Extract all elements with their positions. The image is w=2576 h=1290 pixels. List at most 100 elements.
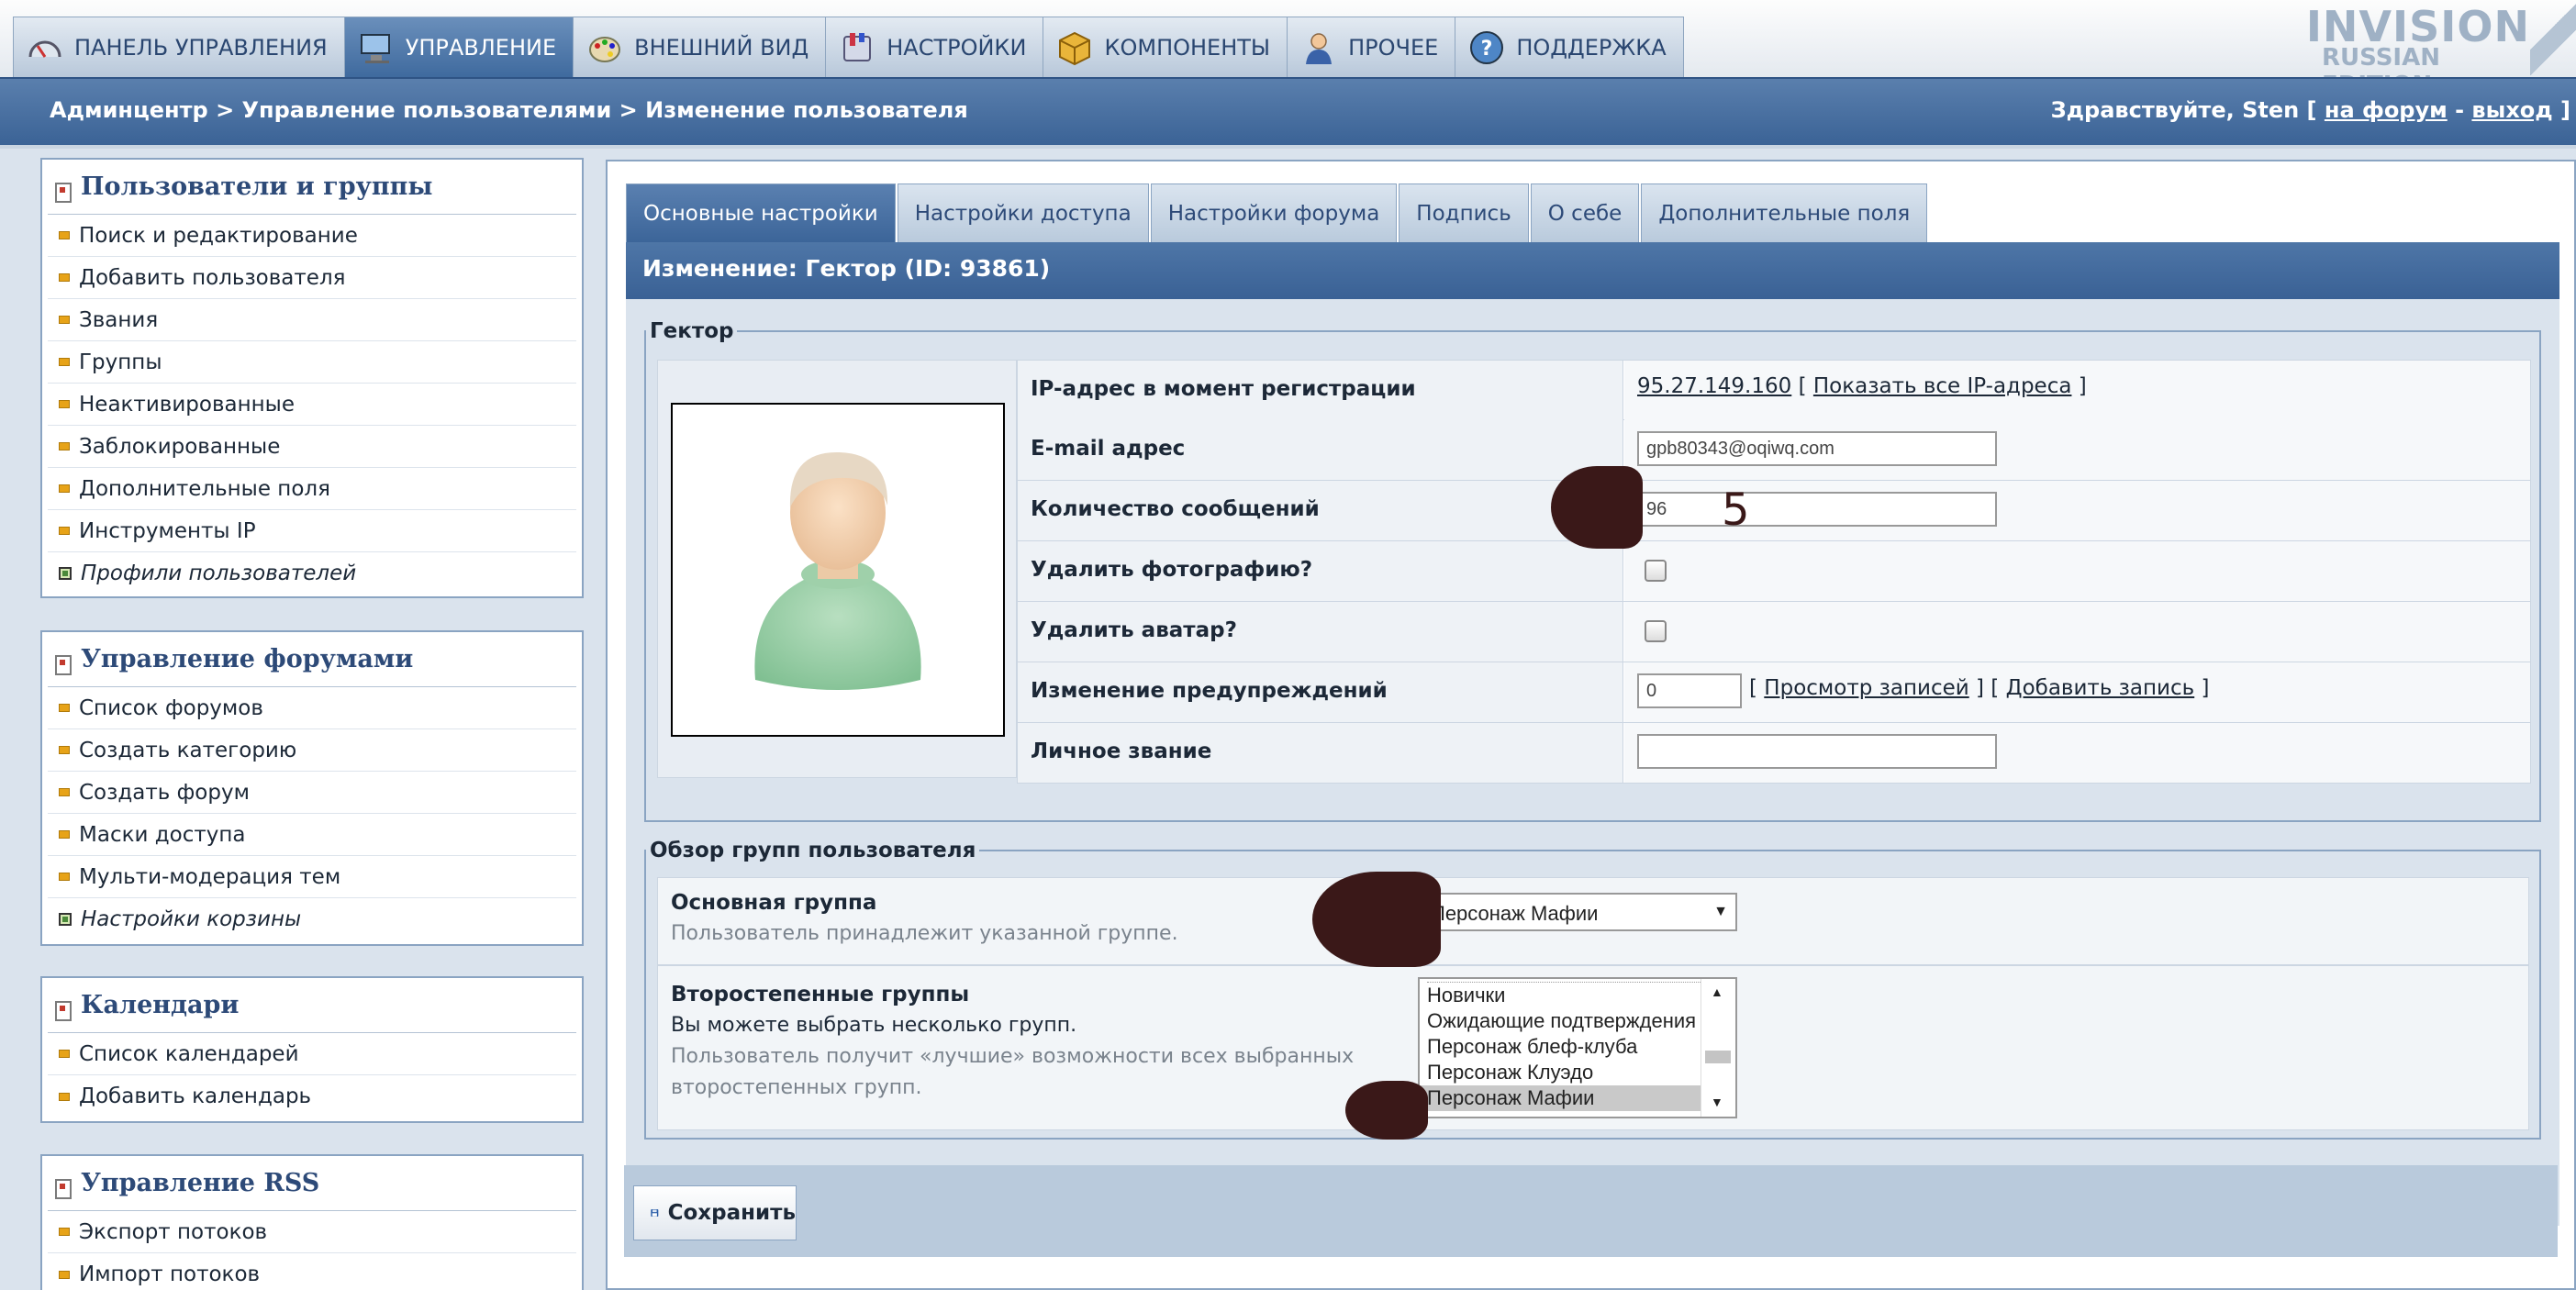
- delete-avatar-cell: [1624, 602, 2530, 662]
- group-option[interactable]: Персонаж блеф-клуба: [1420, 1034, 1735, 1060]
- sidebar-item-multimod[interactable]: Мульти-модерация тем: [48, 856, 576, 898]
- delete-photo-cell: [1624, 541, 2530, 601]
- sidebar-item-create-forum[interactable]: Создать форум: [48, 772, 576, 814]
- sidebar-item-custom-fields[interactable]: Дополнительные поля: [48, 468, 576, 510]
- email-field[interactable]: gpb80343@oqiwq.com: [1637, 431, 1997, 466]
- posts-count-field[interactable]: 96: [1637, 492, 1997, 527]
- group-option-selected[interactable]: Персонаж Мафии: [1420, 1085, 1735, 1111]
- sidebar-item-label: Звания: [79, 307, 159, 332]
- tab-access-settings[interactable]: Настройки доступа: [897, 183, 1149, 242]
- warnings-cell: 0 [ Просмотр записей ] [ Добавить запись…: [1624, 662, 2530, 722]
- ip-link[interactable]: 95.27.149.160: [1637, 374, 1791, 398]
- sidebar-item-label: Неактивированные: [79, 392, 295, 417]
- secondary-groups-listbox[interactable]: Новички Ожидающие подтверждения Персонаж…: [1418, 977, 1737, 1118]
- email-value-cell: gpb80343@oqiwq.com: [1624, 420, 2530, 480]
- bullet-icon: [59, 1228, 70, 1236]
- personal-title-field[interactable]: [1637, 734, 1997, 769]
- save-button[interactable]: Сохранить: [633, 1185, 797, 1240]
- primary-group-label: Основная группа: [671, 891, 877, 915]
- section-icon: [55, 182, 72, 203]
- personal-title-cell: [1624, 723, 2530, 783]
- logout-link[interactable]: выход: [2471, 97, 2552, 123]
- sidebar-item-label: Список форумов: [79, 695, 263, 720]
- group-option[interactable]: Ожидающие подтверждения: [1420, 1008, 1735, 1034]
- sidebar-item-access-masks[interactable]: Маски доступа: [48, 814, 576, 856]
- scroll-down-icon[interactable]: ▼: [1711, 1095, 1723, 1109]
- secondary-groups-desc3: второстепенных групп.: [671, 1076, 922, 1099]
- delete-photo-row: Удалить фотографию?: [1017, 541, 2531, 602]
- primary-group-select[interactable]: Персонаж Мафии ▼: [1418, 893, 1737, 931]
- sidebar-item-label: Добавить календарь: [79, 1084, 312, 1108]
- tab-support[interactable]: ? ПОДДЕРЖКА: [1455, 17, 1684, 77]
- sidebar-item-ip-tools[interactable]: Инструменты IP: [48, 510, 576, 552]
- delete-photo-checkbox[interactable]: [1645, 560, 1667, 582]
- tab-basic-settings[interactable]: Основные настройки: [626, 183, 896, 242]
- group-option[interactable]: Персонаж Клуэдо: [1420, 1060, 1735, 1085]
- sidebar-item-search-edit[interactable]: Поиск и редактирование: [48, 215, 576, 257]
- add-record-link[interactable]: Добавить запись: [2006, 676, 2195, 700]
- redaction-mark: [1551, 466, 1643, 549]
- bullet-icon: [59, 358, 70, 366]
- tab-other[interactable]: ПРОЧЕЕ: [1287, 17, 1455, 77]
- sidebar-item-inactive[interactable]: Неактивированные: [48, 384, 576, 426]
- sidebar-item-forum-list[interactable]: Список форумов: [48, 687, 576, 729]
- sidebar-item-label: Создать категорию: [79, 738, 297, 762]
- warnings-field[interactable]: 0: [1637, 673, 1742, 708]
- sidebar-item-banned[interactable]: Заблокированные: [48, 426, 576, 468]
- settings-icon: [843, 32, 872, 61]
- tab-components[interactable]: КОМПОНЕНТЫ: [1043, 17, 1288, 77]
- primary-group-desc: Пользователь принадлежит указанной групп…: [671, 922, 1178, 945]
- bullet-icon: [59, 746, 70, 754]
- breadcrumb: Админцентр > Управление пользователями >…: [50, 97, 968, 123]
- tab-forum-settings[interactable]: Настройки форума: [1150, 183, 1398, 242]
- sidebar-section-forums: Управление форумами Список форумов Созда…: [40, 630, 584, 946]
- posts-row: Количество сообщений 96 5: [1017, 481, 2531, 541]
- tab-appearance[interactable]: ВНЕШНИЙ ВИД: [573, 17, 826, 77]
- greeting-suffix: ]: [2552, 97, 2570, 123]
- sidebar-item-create-category[interactable]: Создать категорию: [48, 729, 576, 772]
- warnings-row: Изменение предупреждений 0 [ Просмотр за…: [1017, 662, 2531, 723]
- default-avatar-icon: [754, 451, 921, 690]
- tab-signature[interactable]: Подпись: [1399, 183, 1529, 242]
- scroll-thumb[interactable]: [1705, 1051, 1731, 1063]
- ip-value-cell: 95.27.149.160 [ Показать все IP-адреса ]: [1624, 361, 2530, 420]
- sidebar-item-import-feeds[interactable]: Импорт потоков: [48, 1253, 576, 1290]
- bullet-icon: [59, 704, 70, 712]
- listbox-scrollbar[interactable]: ▲ ▼: [1701, 979, 1735, 1117]
- tab-extra-fields[interactable]: Дополнительные поля: [1641, 183, 1928, 242]
- bullet-icon: [59, 830, 70, 839]
- sidebar-item-label: Список календарей: [79, 1041, 299, 1066]
- group-option[interactable]: Новички: [1420, 983, 1735, 1008]
- forum-link[interactable]: на форум: [2325, 97, 2448, 123]
- sidebar-item-groups[interactable]: Группы: [48, 341, 576, 384]
- scroll-up-icon[interactable]: ▲: [1711, 984, 1723, 999]
- groups-legend: Обзор групп пользователя: [650, 839, 976, 862]
- bullet-icon: [59, 400, 70, 408]
- sidebar-item-ranks[interactable]: Звания: [48, 299, 576, 341]
- tab-dashboard[interactable]: ПАНЕЛЬ УПРАВЛЕНИЯ: [13, 17, 344, 77]
- sidebar-item-export-feeds[interactable]: Экспорт потоков: [48, 1211, 576, 1253]
- view-records-link[interactable]: Просмотр записей: [1764, 676, 1968, 700]
- sidebar-item-calendar-list[interactable]: Список календарей: [48, 1033, 576, 1075]
- section-icon: [55, 654, 72, 675]
- sidebar-item-user-profiles[interactable]: Профили пользователей: [48, 552, 576, 595]
- sidebar-item-trash-settings[interactable]: Настройки корзины: [48, 898, 576, 940]
- sidebar-section-users: Пользователи и группы Поиск и редактиров…: [40, 158, 584, 598]
- sidebar-item-add-user[interactable]: Добавить пользователя: [48, 257, 576, 299]
- help-icon: ?: [1470, 30, 1504, 64]
- tab-settings[interactable]: НАСТРОЙКИ: [825, 17, 1043, 77]
- groups-fieldset: Обзор групп пользователя Основная группа…: [644, 839, 2541, 1140]
- tab-management[interactable]: УПРАВЛЕНИЕ: [343, 17, 574, 77]
- form-title: Изменение: Гектор (ID: 93861): [626, 242, 2559, 299]
- show-all-ip-link[interactable]: Показать все IP-адреса: [1813, 374, 2072, 398]
- sidebar-item-add-calendar[interactable]: Добавить календарь: [48, 1075, 576, 1118]
- greeting-prefix: Здравствуйте, Sten [: [2050, 97, 2325, 123]
- sidebar-item-label: Настройки корзины: [81, 907, 302, 931]
- posts-label: Количество сообщений: [1018, 481, 1623, 540]
- delete-avatar-checkbox[interactable]: [1645, 620, 1667, 642]
- top-bar: ПАНЕЛЬ УПРАВЛЕНИЯ УПРАВЛЕНИЕ ВНЕШНИЙ ВИД…: [0, 0, 2576, 99]
- tab-about[interactable]: О себе: [1530, 183, 1640, 242]
- sidebar-item-label: Инструменты IP: [79, 518, 256, 543]
- photo-cell: [657, 360, 1017, 778]
- posts-value-cell: 96 5: [1624, 481, 2530, 540]
